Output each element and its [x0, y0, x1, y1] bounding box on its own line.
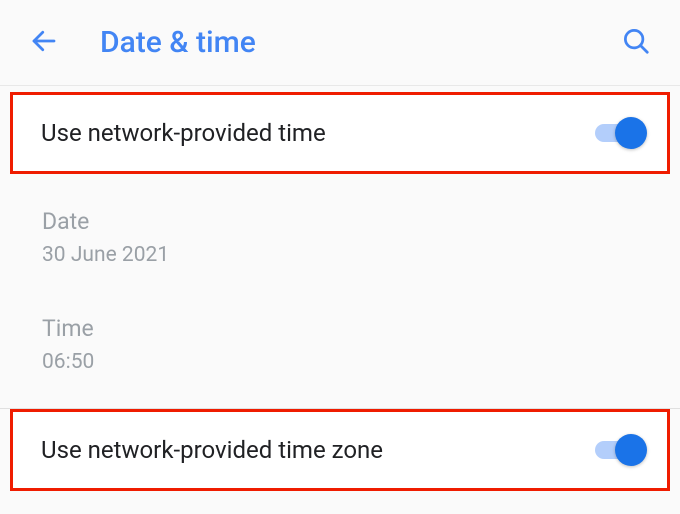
- page-title: Date & time: [100, 25, 612, 60]
- setting-date: Date 30 June 2021: [42, 208, 680, 267]
- network-timezone-toggle[interactable]: [595, 435, 647, 465]
- settings-content: Use network-provided time Date 30 June 2…: [0, 92, 680, 491]
- app-bar: Date & time: [0, 0, 680, 86]
- toggle-thumb: [615, 117, 647, 149]
- date-label: Date: [42, 208, 680, 235]
- search-button[interactable]: [612, 19, 660, 67]
- back-arrow-icon: [29, 26, 59, 60]
- network-time-toggle[interactable]: [595, 118, 647, 148]
- time-value: 06:50: [42, 350, 680, 374]
- time-label: Time: [42, 315, 680, 342]
- setting-time: Time 06:50: [42, 315, 680, 374]
- disabled-date-time-group: Date 30 June 2021 Time 06:50: [0, 174, 680, 408]
- setting-network-timezone[interactable]: Use network-provided time zone: [10, 409, 670, 491]
- date-value: 30 June 2021: [42, 243, 680, 267]
- search-icon: [621, 26, 651, 60]
- setting-network-time[interactable]: Use network-provided time: [10, 92, 670, 174]
- setting-label: Use network-provided time: [41, 119, 326, 147]
- toggle-thumb: [615, 434, 647, 466]
- setting-label: Use network-provided time zone: [41, 436, 383, 464]
- back-button[interactable]: [20, 19, 68, 67]
